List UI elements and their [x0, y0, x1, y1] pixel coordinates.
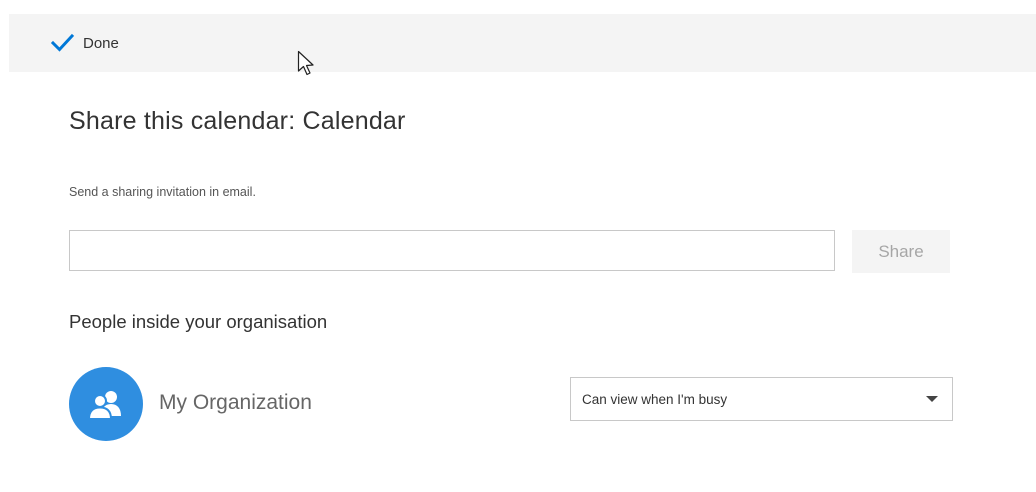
- dialog-title: Share this calendar: Calendar: [69, 107, 406, 135]
- done-button[interactable]: Done: [9, 14, 135, 72]
- permission-value: Can view when I'm busy: [582, 391, 728, 407]
- internal-people-heading: People inside your organisation: [69, 311, 328, 332]
- chevron-down-icon: [926, 396, 938, 402]
- permission-dropdown[interactable]: Can view when I'm busy: [570, 377, 953, 421]
- organization-avatar: [69, 367, 143, 441]
- organization-name: My Organization: [159, 391, 312, 414]
- done-label: Done: [83, 34, 119, 52]
- people-icon: [87, 391, 121, 420]
- command-bar: Done: [9, 14, 1036, 72]
- checkmark-icon: [50, 33, 75, 53]
- invitation-hint: Send a sharing invitation in email.: [69, 185, 256, 199]
- share-button[interactable]: Share: [852, 230, 950, 273]
- email-recipient-input[interactable]: [69, 230, 835, 271]
- mouse-pointer-icon: [297, 50, 314, 76]
